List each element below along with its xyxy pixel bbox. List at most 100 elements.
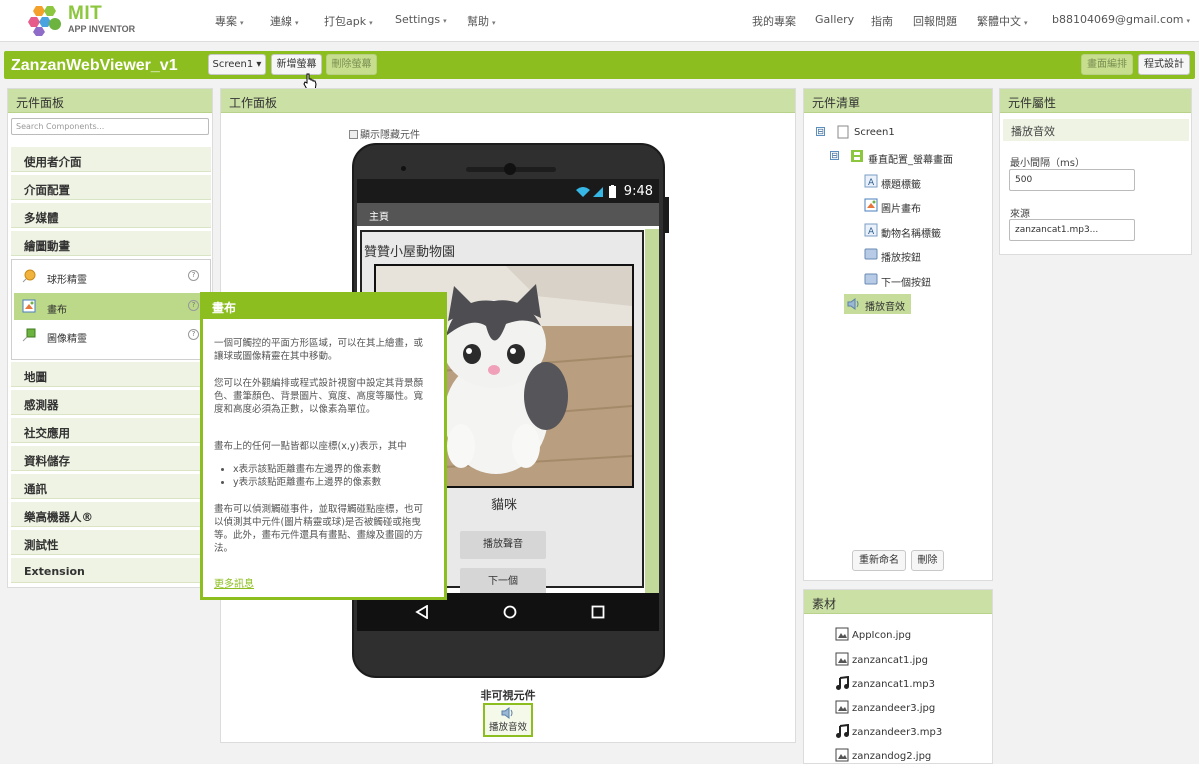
collapse-toggle-icon[interactable]: ⊟ [830,151,839,160]
next-button[interactable]: 下一個 [460,568,546,593]
back-triangle-icon [415,605,428,619]
tree-item-image-canvas[interactable]: 圖片畫布 [864,198,974,217]
properties-panel: 元件屬性 播放音效 最小間隔（ms） 500 來源 zanzancat1.mp3… [999,88,1192,255]
menu-project[interactable]: 專案 ▾ [215,13,244,29]
category-media[interactable]: 多媒體 [11,203,211,228]
phone-camera [504,163,516,175]
category-social[interactable]: 社交應用 [11,418,211,443]
wifi-icon [576,187,590,197]
min-interval-input[interactable]: 500 [1009,169,1135,191]
media-panel: 素材 AppIcon.jpg zanzancat1.jpg zanzancat1… [803,589,993,764]
source-label: 來源 [1010,209,1030,220]
popup-bullet: y表示該點距離畫布上邊界的像素數 [233,476,429,489]
source-select[interactable]: zanzancat1.mp3... [1009,219,1135,241]
popup-paragraph-2: 您可以在外觀編排或程式設計視窗中設定其背景顏色、畫筆顏色、背景圖片、寬度、高度等… [214,378,424,415]
palette-item-ball[interactable]: 球形精靈 ? [14,263,206,290]
screen-icon [837,125,849,139]
menu-language[interactable]: 繁體中文 ▾ [977,13,1028,29]
menu-account[interactable]: b88104069@gmail.com ▾ [1052,13,1190,26]
menu-build-apk[interactable]: 打包apk ▾ [324,13,373,29]
play-sound-button[interactable]: 播放聲音 [460,531,546,559]
button-icon [864,273,878,285]
menu-help[interactable]: 幫助 ▾ [467,13,496,29]
remove-screen-button[interactable]: 刪除螢幕 [326,54,377,75]
help-icon[interactable]: ? [188,270,199,281]
palette-item-image-sprite[interactable]: 圖像精靈 ? [14,322,206,349]
popup-paragraph-1: 一個可觸控的平面方形區域，可以在其上繪畫，或讓球或圖像精靈在其中移動。 [214,338,424,362]
palette-item-label: 圖像精靈 [47,334,87,345]
category-extension[interactable]: Extension [11,558,211,583]
search-components-input[interactable]: Search Components... [11,118,209,135]
tree-item-screen1[interactable]: ⊟ Screen1 [816,125,936,144]
speaker-icon [501,707,513,719]
speaker-icon [847,298,859,310]
tree-item-title-label[interactable]: A 標題標籤 [864,174,974,193]
image-icon [835,700,849,714]
svg-text:A: A [868,227,875,237]
tree-item-sound[interactable]: 播放音效 [844,294,911,314]
chevron-down-icon: ▾ [295,19,299,27]
media-title: 素材 [804,590,992,614]
top-navigation-bar: MIT APP INVENTOR 專案 ▾ 連線 ▾ 打包apk ▾ Settings… [0,0,1199,42]
collapse-toggle-icon[interactable]: ⊟ [816,127,825,136]
category-storage[interactable]: 資料儲存 [11,446,211,471]
min-interval-label: 最小間隔（ms） [1010,158,1085,169]
help-icon[interactable]: ? [188,329,199,340]
category-drawing-animation[interactable]: 繪圖動畫 [11,231,211,256]
category-sensors[interactable]: 感測器 [11,390,211,415]
screen-select-dropdown[interactable]: Screen1 ▾ [208,54,266,75]
delete-button[interactable]: 刪除 [911,550,944,571]
properties-title: 元件屬性 [1000,89,1191,113]
signal-icon [593,187,603,197]
category-maps[interactable]: 地圖 [11,362,211,387]
tree-item-play-button[interactable]: 播放按鈕 [864,248,974,266]
project-title: ZanzanWebViewer_v1 [11,57,178,74]
link-report-issue[interactable]: 回報問題 [913,13,957,29]
tree-item-vertical-arrangement[interactable]: ⊟ 垂直配置_螢幕畫面 [830,150,990,168]
link-guide[interactable]: 指南 [871,13,893,29]
more-info-link[interactable]: 更多訊息 [214,575,254,590]
chevron-down-icon: ▾ [1024,19,1028,27]
category-user-interface[interactable]: 使用者介面 [11,147,211,172]
logo-app-inventor-text: APP INVENTOR [68,24,136,34]
category-testing[interactable]: 測試性 [11,530,211,555]
nonvisible-sound-component[interactable]: 播放音效 [483,703,533,737]
rename-button[interactable]: 重新命名 [852,550,906,571]
palette-panel: 元件面板 Search Components... 使用者介面 介面配置 多媒體… [7,88,213,588]
palette-item-canvas[interactable]: 畫布 ? [14,293,206,320]
show-hidden-components-checkbox[interactable]: 顯示隱藏元件 [349,126,420,141]
logo-mit-text: MIT [68,3,103,24]
vertical-arrangement-icon [851,150,863,162]
battery-icon [609,185,616,198]
category-connectivity[interactable]: 通訊 [11,474,211,499]
blocks-button[interactable]: 程式設計 [1138,54,1190,75]
add-screen-button[interactable]: 新增螢幕 [271,54,322,75]
home-circle-icon [503,605,517,619]
recent-apps-square-icon [591,605,605,619]
menu-connect[interactable]: 連線 ▾ [270,13,299,29]
canvas-icon [864,198,878,212]
link-my-projects[interactable]: 我的專案 [752,13,796,29]
image-icon [835,627,849,641]
components-panel: 元件清單 ⊟ Screen1 ⊟ 垂直配置_螢幕畫面 A 標題標籤 圖片畫布 A… [803,88,993,581]
category-layout[interactable]: 介面配置 [11,175,211,200]
link-gallery[interactable]: Gallery [815,13,854,26]
popup-paragraph-3: 畫布上的任何一點皆都以座標(x,y)表示，其中 [214,441,407,452]
designer-button[interactable]: 畫面編排 [1081,54,1133,75]
help-icon[interactable]: ? [188,300,199,311]
title-label[interactable]: 贊贊小屋動物園 [364,241,455,260]
tree-item-animal-name-label[interactable]: A 動物名稱標籤 [864,223,984,242]
status-bar: 9:48 [357,179,659,203]
image-icon [835,748,849,762]
menu-settings[interactable]: Settings ▾ [395,13,447,26]
app-title-bar: 主頁 [357,203,659,226]
category-lego-mindstorms[interactable]: 樂高機器人® [11,502,211,527]
checkbox-box[interactable] [349,130,358,139]
viewer-title: 工作面板 [221,89,795,113]
tree-item-next-button[interactable]: 下一個按鈕 [864,273,974,291]
canvas-icon [22,299,36,313]
nonvisible-components-title: 非可視元件 [480,689,536,702]
canvas-help-popup: 畫布 一個可觸控的平面方形區域，可以在其上繪畫，或讓球或圖像精靈在其中移動。 您… [200,292,447,600]
mit-app-inventor-logo[interactable]: MIT APP INVENTOR [28,2,140,38]
popup-title: 畫布 [203,295,444,319]
